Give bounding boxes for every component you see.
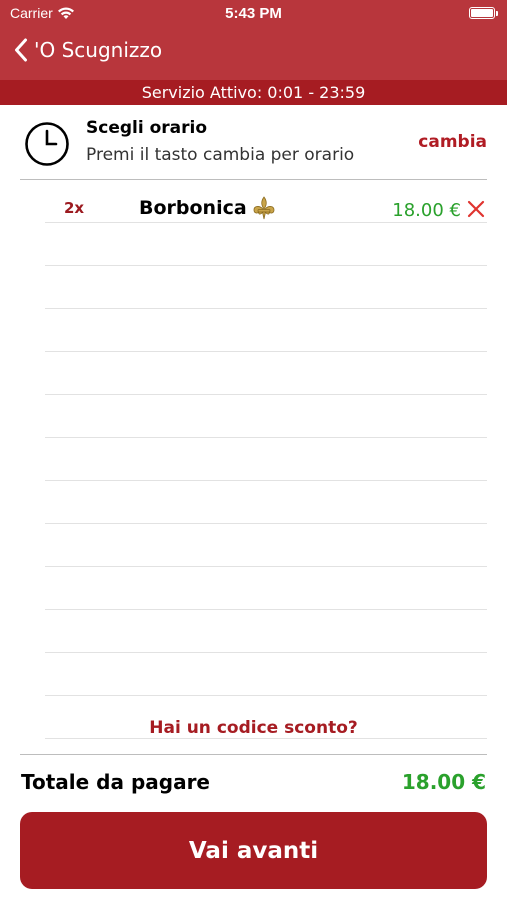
empty-row xyxy=(0,223,507,266)
empty-row xyxy=(0,567,507,610)
fleur-de-lis-icon xyxy=(253,196,275,220)
empty-row xyxy=(0,309,507,352)
status-time: 5:43 PM xyxy=(225,5,282,22)
clock-icon xyxy=(25,122,69,166)
item-name-wrap: Borbonica xyxy=(139,196,275,220)
back-button[interactable]: 'O Scugnizzo xyxy=(14,38,162,62)
total-label: Totale da pagare xyxy=(21,770,210,794)
item-quantity: 2x xyxy=(64,199,85,217)
cart-item-row: 2x Borbonica 18.00 € xyxy=(0,180,507,223)
change-time-button[interactable]: cambia xyxy=(418,132,487,152)
divider xyxy=(20,754,487,755)
service-hours-banner: Servizio Attivo: 0:01 - 23:59 xyxy=(0,80,507,105)
navigation-bar: 'O Scugnizzo xyxy=(0,28,507,80)
status-bar: Carrier 5:43 PM xyxy=(0,0,507,28)
chevron-left-icon xyxy=(15,38,27,62)
cart-list: 2x Borbonica 18.00 € xyxy=(0,180,507,739)
empty-row xyxy=(0,352,507,395)
empty-row xyxy=(0,266,507,309)
empty-row xyxy=(0,395,507,438)
close-icon[interactable] xyxy=(467,200,485,218)
back-button-label: 'O Scugnizzo xyxy=(34,38,163,62)
item-name: Borbonica xyxy=(139,197,247,219)
battery-icon xyxy=(469,7,498,19)
app-header: Carrier 5:43 PM 'O Scugnizzo xyxy=(0,0,507,80)
time-subtitle: Premi il tasto cambia per orario xyxy=(86,145,355,165)
empty-row xyxy=(0,524,507,567)
empty-row xyxy=(0,653,507,696)
empty-row xyxy=(0,438,507,481)
pickup-time-row: Scegli orario Premi il tasto cambia per … xyxy=(0,105,507,180)
empty-row xyxy=(0,610,507,653)
continue-button[interactable]: Vai avanti xyxy=(20,812,487,889)
time-title: Scegli orario xyxy=(86,118,208,138)
item-price: 18.00 € xyxy=(392,200,461,221)
empty-row xyxy=(0,481,507,524)
total-value: 18.00 € xyxy=(401,770,486,794)
continue-button-label: Vai avanti xyxy=(188,837,319,864)
discount-code-link[interactable]: Hai un codice sconto? xyxy=(0,718,507,738)
